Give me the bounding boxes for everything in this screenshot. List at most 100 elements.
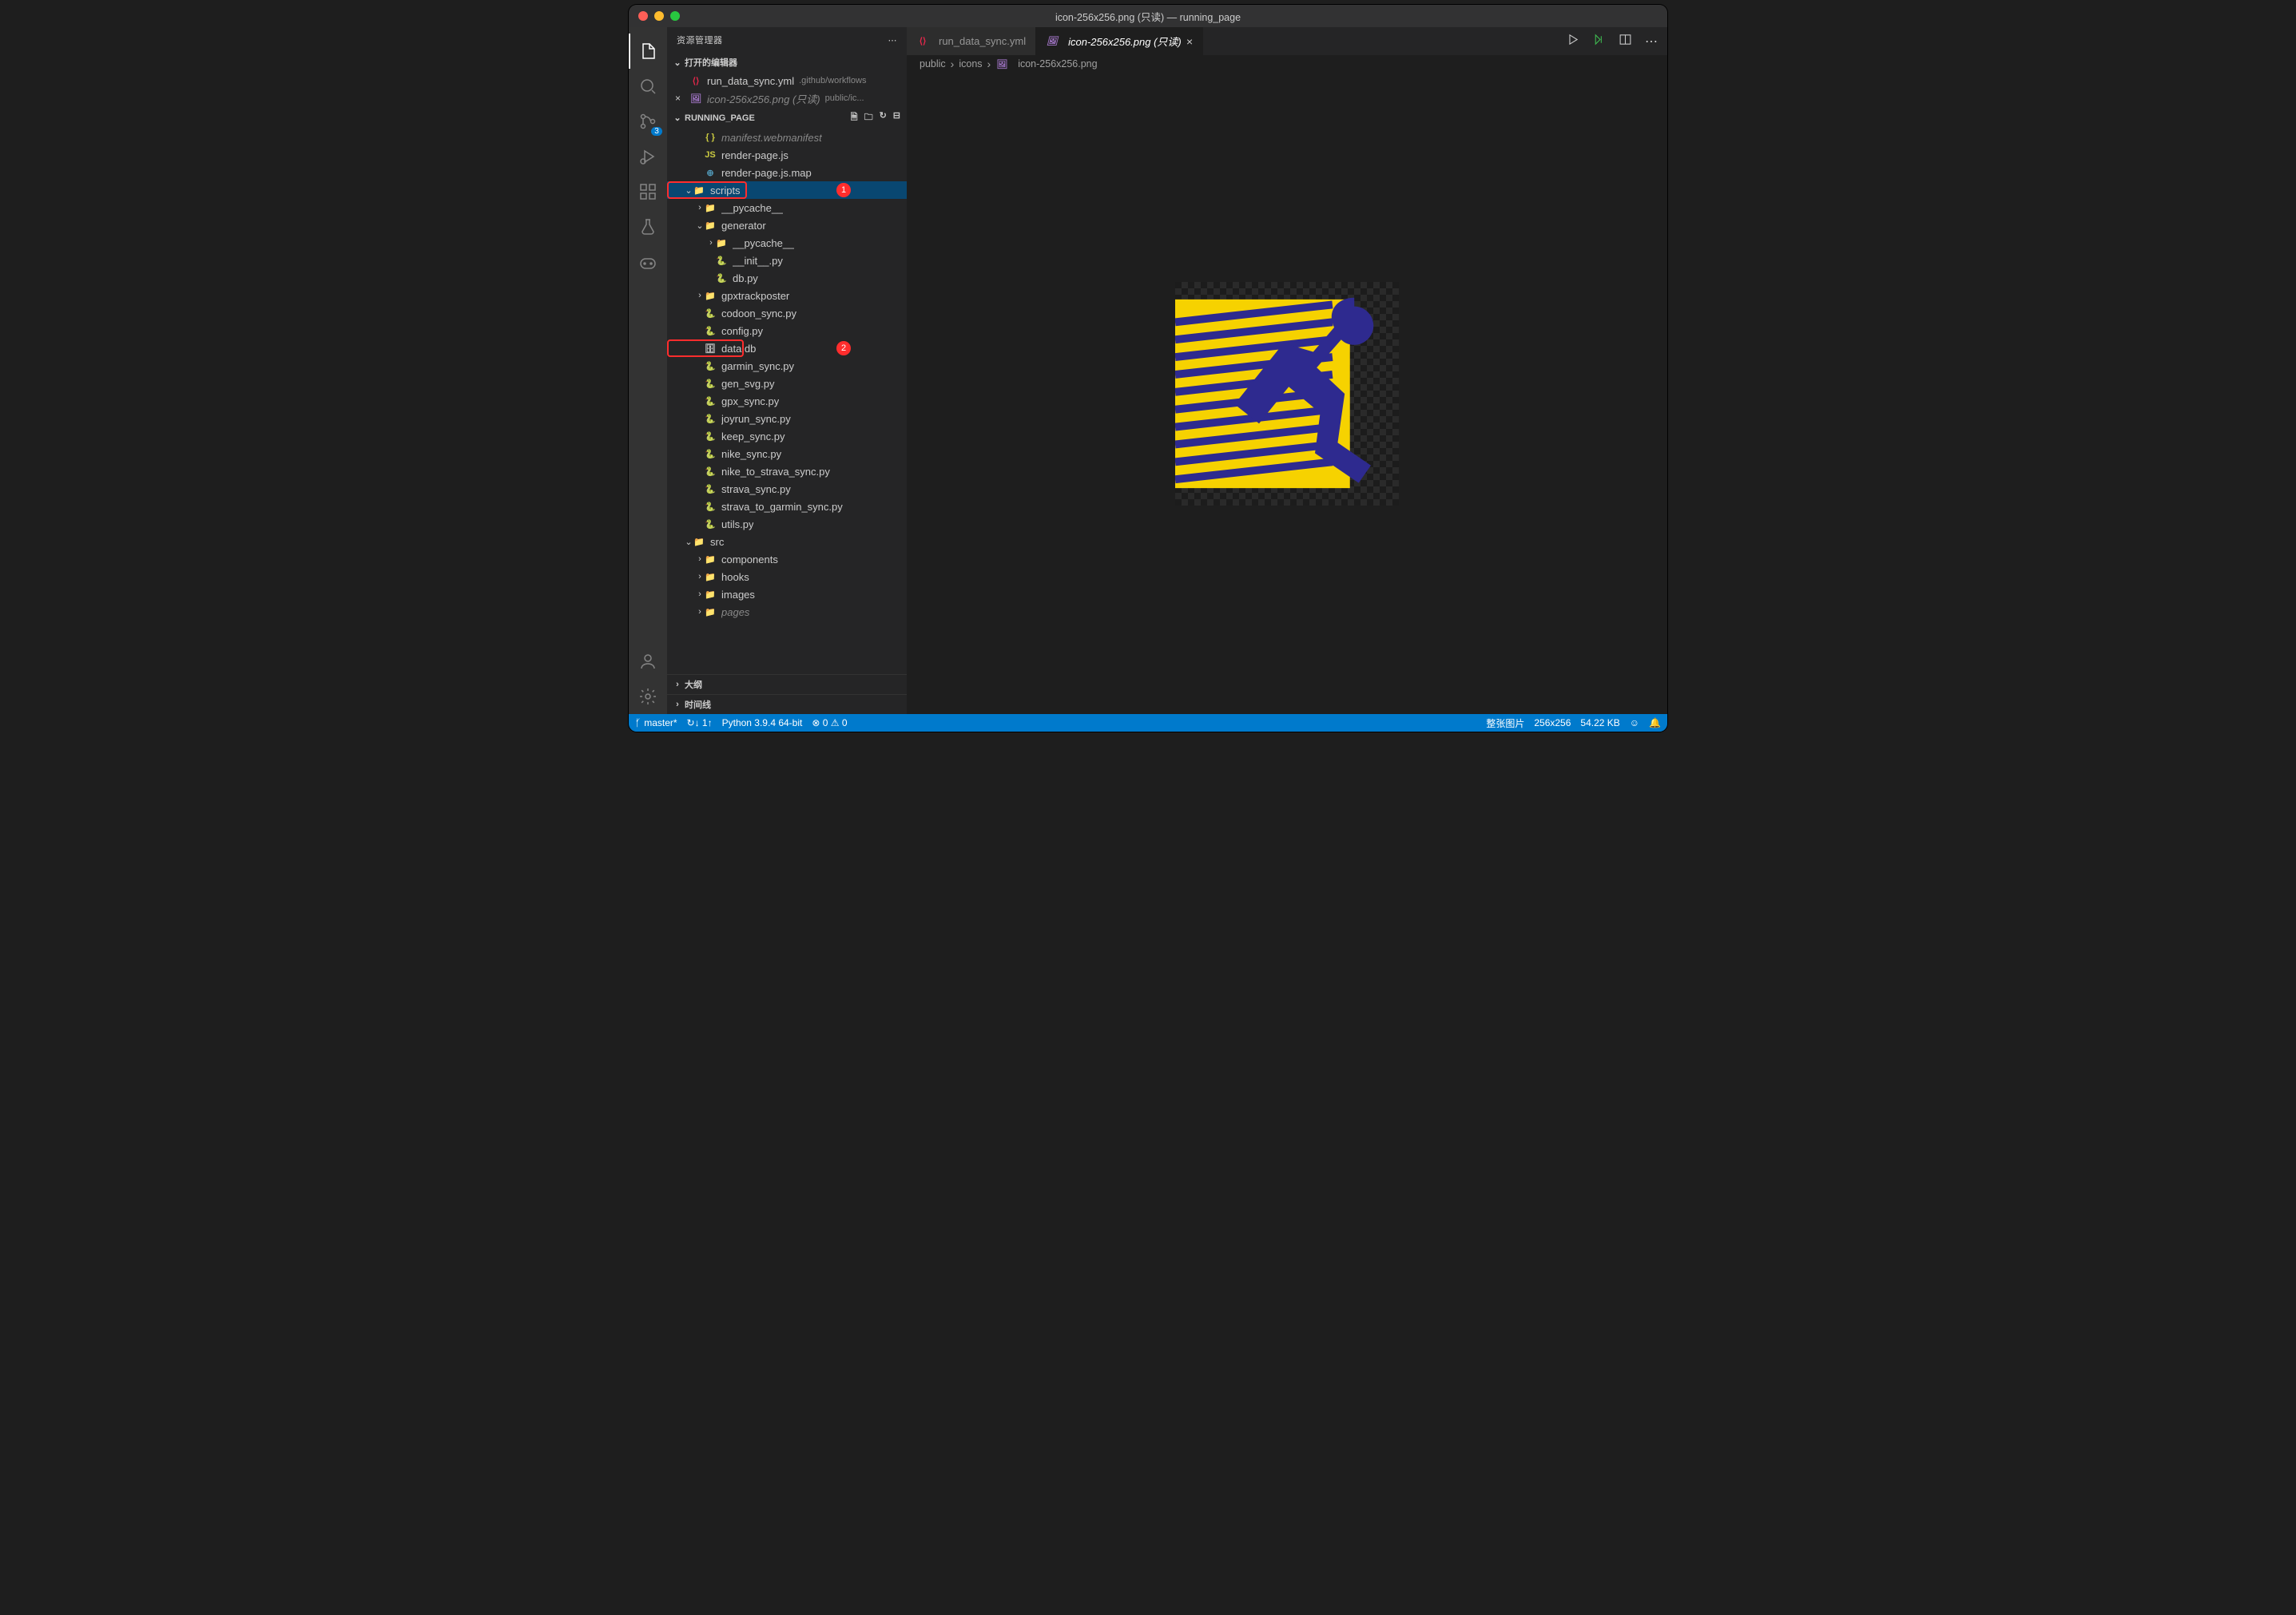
status-sync[interactable]: ↻↓ 1↑: [687, 717, 713, 728]
new-file-icon[interactable]: 🗎: [851, 110, 858, 125]
tree-file[interactable]: 🐍keep_sync.py: [667, 427, 907, 445]
tree-folder[interactable]: ›📁components: [667, 550, 907, 568]
tree-folder[interactable]: ⌄📁scripts1: [667, 181, 907, 199]
activity-remote[interactable]: [629, 244, 667, 280]
img-icon: 🖼: [1046, 35, 1059, 48]
tree-file[interactable]: 🐍nike_to_strava_sync.py: [667, 462, 907, 480]
activity-debug[interactable]: [629, 139, 667, 174]
tree-folder[interactable]: ›📁__pycache__: [667, 199, 907, 216]
open-editor-path: public/ic...: [825, 93, 864, 103]
more-icon[interactable]: ⋯: [1645, 34, 1658, 50]
py-icon: 🐍: [715, 254, 728, 267]
tree-file[interactable]: 🐍garmin_sync.py: [667, 357, 907, 375]
status-feedback-icon[interactable]: ☺: [1630, 717, 1639, 728]
tree-label: data.db: [721, 343, 756, 355]
status-image-dim[interactable]: 256x256: [1534, 717, 1571, 728]
tree-file[interactable]: 🐍 joyrun_sync.py: [667, 410, 907, 427]
outline-header[interactable]: ›大纲: [667, 674, 907, 694]
breadcrumb-item[interactable]: public: [920, 58, 946, 69]
img-icon: 🖼: [995, 58, 1008, 70]
close-icon[interactable]: ×: [675, 93, 681, 104]
activity-settings[interactable]: [629, 679, 667, 714]
tab-label: icon-256x256.png (只读): [1068, 34, 1182, 49]
editor-tab[interactable]: 🖼 icon-256x256.png (只读) ×: [1036, 27, 1203, 55]
tree-file[interactable]: 🐍utils.py: [667, 515, 907, 533]
activity-explorer[interactable]: [629, 34, 667, 69]
tree-label: joyrun_sync.py: [721, 413, 791, 425]
status-branch[interactable]: ᚶ master*: [635, 717, 677, 728]
tree-label: __pycache__: [733, 237, 794, 249]
status-bar: ᚶ master* ↻↓ 1↑ Python 3.9.4 64-bit ⊗ 0 …: [629, 714, 1667, 732]
activity-account[interactable]: [629, 644, 667, 679]
py-icon: 🐍: [704, 447, 717, 460]
tree-file[interactable]: 🐍codoon_sync.py: [667, 304, 907, 322]
tree-folder[interactable]: ›📁pages: [667, 603, 907, 621]
tree-folder[interactable]: ›📁hooks: [667, 568, 907, 585]
status-problems[interactable]: ⊗ 0 ⚠ 0: [812, 717, 847, 728]
activity-testing[interactable]: [629, 209, 667, 244]
map-icon: ⊕: [704, 166, 717, 179]
tree-label: garmin_sync.py: [721, 360, 794, 372]
fold-icon: 📁: [704, 219, 717, 232]
split-editor-icon[interactable]: [1619, 33, 1632, 50]
explorer-more-icon[interactable]: ⋯: [888, 35, 898, 46]
tree-file[interactable]: 🐍config.py: [667, 322, 907, 339]
window-title: icon-256x256.png (只读) — running_page: [1055, 9, 1241, 24]
tree-file[interactable]: 🗄data.db2: [667, 339, 907, 357]
split-run-icon[interactable]: [1592, 33, 1606, 50]
open-editor-item[interactable]: ×🖼icon-256x256.png (只读)public/ic...: [667, 89, 907, 107]
activity-search[interactable]: [629, 69, 667, 104]
refresh-icon[interactable]: ↻: [880, 110, 887, 125]
py-icon: 🐍: [704, 412, 717, 425]
status-image-label[interactable]: 整张图片: [1486, 716, 1524, 730]
activity-scm[interactable]: 3: [629, 104, 667, 139]
tree-file[interactable]: 🐍gen_svg.py: [667, 375, 907, 392]
open-editors-header[interactable]: ⌄ 打开的编辑器: [667, 53, 907, 72]
tree-file[interactable]: 🐍strava_sync.py: [667, 480, 907, 498]
status-image-size[interactable]: 54.22 KB: [1580, 717, 1619, 728]
close-icon[interactable]: ×: [1186, 35, 1193, 48]
new-folder-icon[interactable]: 🗀: [864, 110, 873, 125]
project-header[interactable]: ⌄ RUNNING_PAGE 🗎 🗀 ↻ ⊟: [667, 107, 907, 129]
tree-file[interactable]: 🐍db.py: [667, 269, 907, 287]
tree-file[interactable]: 🐍strava_to_garmin_sync.py: [667, 498, 907, 515]
tree-file[interactable]: 🐍nike_sync.py: [667, 445, 907, 462]
tree-folder[interactable]: ›📁images: [667, 585, 907, 603]
fold-icon: 📁: [693, 535, 705, 548]
tree-file[interactable]: 🐍gpx_sync.py: [667, 392, 907, 410]
titlebar: icon-256x256.png (只读) — running_page: [629, 5, 1667, 27]
tree-label: utils.py: [721, 518, 753, 530]
activity-extensions[interactable]: [629, 174, 667, 209]
tree-label: render-page.js.map: [721, 167, 812, 179]
tree-folder[interactable]: ›📁gpxtrackposter: [667, 287, 907, 304]
tab-label: run_data_sync.yml: [939, 35, 1026, 47]
tree-label: manifest.webmanifest: [721, 132, 822, 144]
collapse-icon[interactable]: ⊟: [893, 110, 900, 125]
tree-file[interactable]: { }manifest.webmanifest: [667, 129, 907, 146]
editor-tab[interactable]: ⟨⟩run_data_sync.yml: [907, 27, 1036, 55]
window-minimize[interactable]: [654, 11, 664, 21]
tree-file[interactable]: JSrender-page.js: [667, 146, 907, 164]
open-editor-item[interactable]: ⟨⟩run_data_sync.yml.github/workflows: [667, 72, 907, 89]
status-python[interactable]: Python 3.9.4 64-bit: [722, 717, 803, 728]
timeline-header[interactable]: ›时间线: [667, 694, 907, 714]
breadcrumb[interactable]: public›icons›🖼icon-256x256.png: [907, 55, 1667, 73]
tree-file[interactable]: ⊕ render-page.js.map: [667, 164, 907, 181]
window-close[interactable]: [638, 11, 648, 21]
breadcrumb-item[interactable]: icon-256x256.png: [1018, 58, 1097, 69]
window-maximize[interactable]: [670, 11, 680, 21]
image-viewport[interactable]: [907, 73, 1667, 714]
tree-folder[interactable]: ⌄📁generator: [667, 216, 907, 234]
tab-bar: ⟨⟩run_data_sync.yml 🖼 icon-256x256.png (只读…: [907, 27, 1667, 55]
tree-label: db.py: [733, 272, 758, 284]
run-icon[interactable]: [1566, 33, 1579, 50]
py-icon: 🐍: [704, 500, 717, 513]
tree-file[interactable]: 🐍__init__.py: [667, 252, 907, 269]
open-editor-label: icon-256x256.png (只读): [707, 91, 820, 106]
breadcrumb-item[interactable]: icons: [959, 58, 982, 69]
chevron-right-icon: ›: [696, 572, 704, 581]
tree-label: components: [721, 554, 778, 565]
tree-folder[interactable]: ⌄📁src: [667, 533, 907, 550]
status-bell-icon[interactable]: 🔔: [1649, 717, 1661, 728]
tree-folder[interactable]: ›📁__pycache__: [667, 234, 907, 252]
